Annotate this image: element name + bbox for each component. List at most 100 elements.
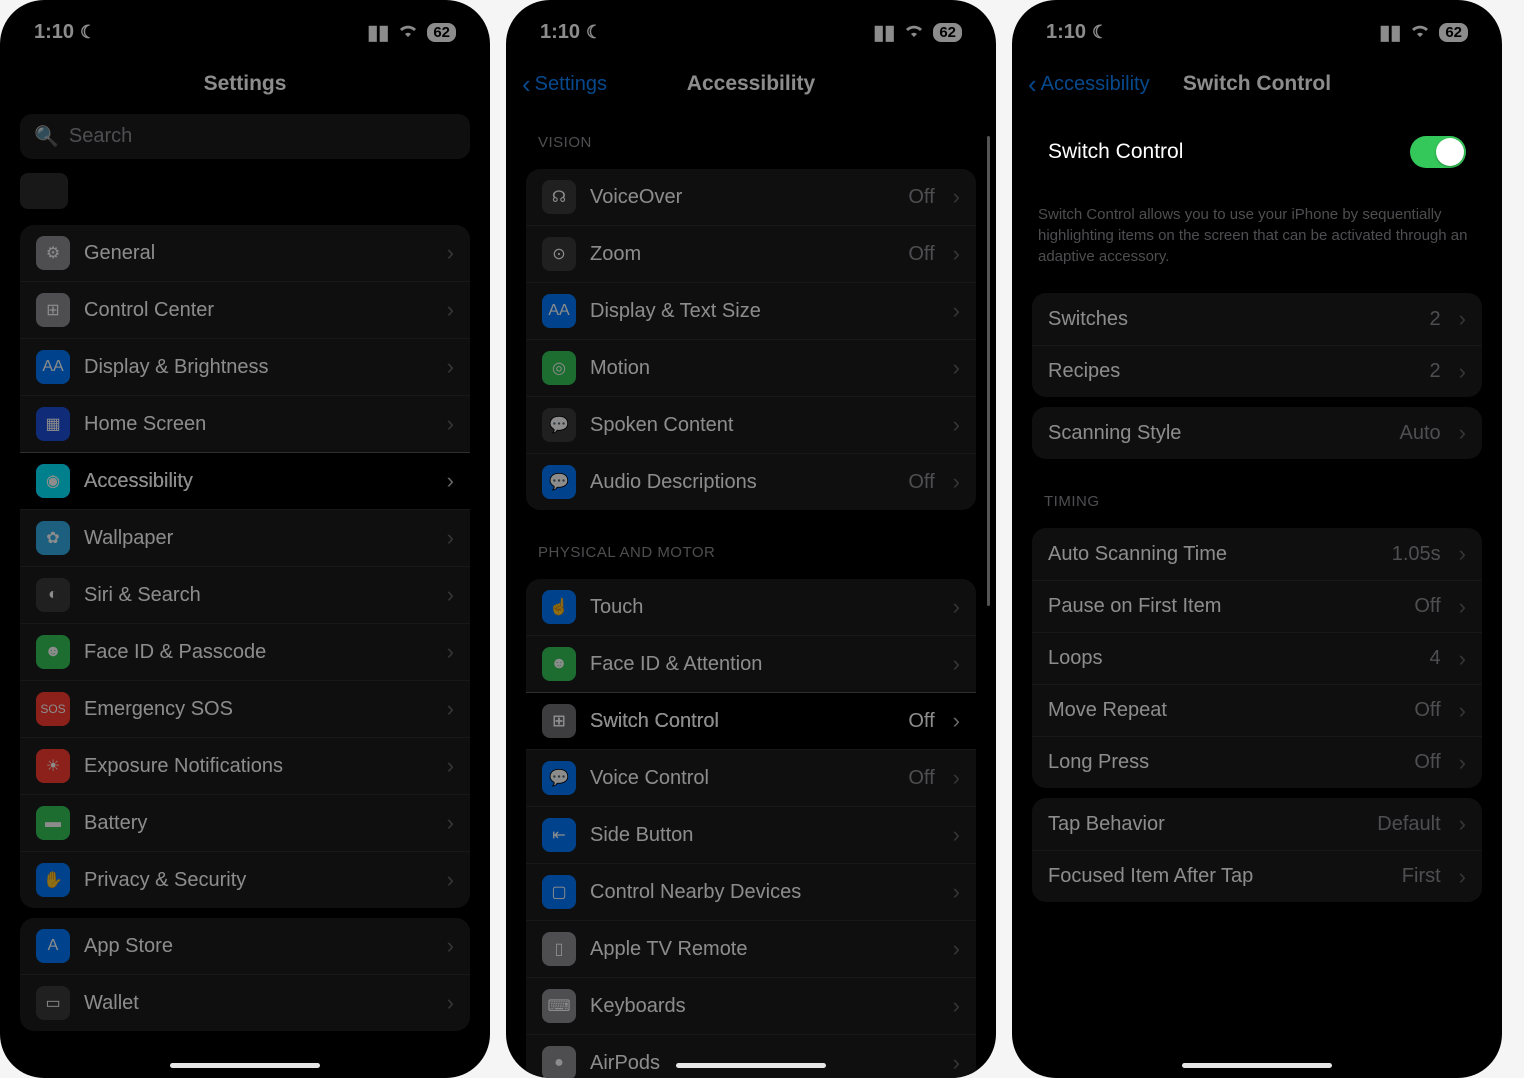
status-bar: 1:10 ☾ ▮▮ 62 — [0, 0, 490, 54]
battery-indicator: 62 — [1439, 23, 1468, 42]
list-item[interactable]: ✿Wallpaper› — [20, 509, 470, 566]
list-item[interactable]: Pause on First ItemOff› — [1032, 580, 1482, 632]
keyboards-icon: ⌨ — [542, 989, 576, 1023]
side-button-icon: ⇤ — [542, 818, 576, 852]
chevron-right-icon: › — [447, 411, 454, 437]
home-indicator[interactable] — [170, 1063, 320, 1068]
chevron-right-icon: › — [447, 696, 454, 722]
chevron-right-icon: › — [447, 990, 454, 1016]
back-label: Settings — [535, 73, 607, 96]
control-nearby-devices-icon: ▢ — [542, 875, 576, 909]
status-bar: 1:10 ☾ ▮▮ 62 — [506, 0, 996, 54]
control-center-icon: ⊞ — [36, 293, 70, 327]
back-button[interactable]: ‹ Accessibility — [1028, 71, 1150, 97]
list-item[interactable]: ▦Home Screen› — [20, 395, 470, 452]
list-item[interactable]: ▬Battery› — [20, 794, 470, 851]
row-label: Apple TV Remote — [590, 938, 939, 961]
nav-bar: ‹ Accessibility Switch Control — [1012, 54, 1502, 110]
phone-settings: 1:10 ☾ ▮▮ 62 Settings 🔍 Search ⚙General›… — [0, 0, 490, 1078]
list-item[interactable]: Tap BehaviorDefault› — [1032, 798, 1482, 850]
switches-recipes-group: Switches2›Recipes2› — [1032, 293, 1482, 397]
battery-indicator: 62 — [933, 23, 962, 42]
status-time: 1:10 — [1046, 21, 1086, 44]
accessibility-icon: ◉ — [36, 464, 70, 498]
list-item[interactable]: ⌨Keyboards› — [526, 977, 976, 1034]
list-item[interactable]: ⇤Side Button› — [526, 806, 976, 863]
home-indicator[interactable] — [676, 1063, 826, 1068]
app-store-icon: A — [36, 929, 70, 963]
list-item[interactable]: ✋Privacy & Security› — [20, 851, 470, 908]
list-item[interactable]: ◐Siri & Search› — [20, 566, 470, 623]
list-item[interactable]: ▯Apple TV Remote› — [526, 920, 976, 977]
home-screen-icon: ▦ — [36, 407, 70, 441]
list-item[interactable]: ⊞Switch ControlOff› — [526, 692, 976, 749]
list-item[interactable]: Loops4› — [1032, 632, 1482, 684]
row-label: Display & Brightness — [84, 356, 433, 379]
scanning-style-group: Scanning StyleAuto› — [1032, 407, 1482, 459]
switch-control-icon: ⊞ — [542, 704, 576, 738]
row-label: Move Repeat — [1048, 699, 1400, 722]
list-item[interactable]: ▢Control Nearby Devices› — [526, 863, 976, 920]
chevron-right-icon: › — [953, 469, 960, 495]
chevron-right-icon: › — [1459, 541, 1466, 567]
list-item[interactable]: ☻Face ID & Passcode› — [20, 623, 470, 680]
list-item[interactable]: ☀Exposure Notifications› — [20, 737, 470, 794]
page-title: Settings — [204, 72, 287, 96]
home-indicator[interactable] — [1182, 1063, 1332, 1068]
list-item[interactable]: ▭Wallet› — [20, 974, 470, 1031]
list-item[interactable]: ☊VoiceOverOff› — [526, 169, 976, 225]
row-label: Zoom — [590, 243, 894, 266]
search-input[interactable]: 🔍 Search — [20, 114, 470, 159]
list-item[interactable]: 💬Voice ControlOff› — [526, 749, 976, 806]
row-detail: Off — [1414, 595, 1440, 618]
row-label: Siri & Search — [84, 584, 433, 607]
list-item[interactable]: AADisplay & Text Size› — [526, 282, 976, 339]
switch-control-toggle-row[interactable]: Switch Control — [1030, 120, 1484, 184]
chevron-right-icon: › — [447, 297, 454, 323]
list-item[interactable]: SOSEmergency SOS› — [20, 680, 470, 737]
list-item[interactable]: ◎Motion› — [526, 339, 976, 396]
spoken-content-icon: 💬 — [542, 408, 576, 442]
wifi-icon — [397, 21, 419, 44]
chevron-right-icon: › — [953, 708, 960, 734]
wallpaper-icon: ✿ — [36, 521, 70, 555]
chevron-right-icon: › — [447, 810, 454, 836]
row-detail: Off — [908, 710, 934, 733]
chevron-right-icon: › — [447, 933, 454, 959]
list-item[interactable]: ⊙ZoomOff› — [526, 225, 976, 282]
list-item[interactable]: Long PressOff› — [1032, 736, 1482, 788]
list-item[interactable]: ●AirPods› — [526, 1034, 976, 1078]
list-item[interactable]: ☻Face ID & Attention› — [526, 635, 976, 692]
chevron-right-icon: › — [953, 879, 960, 905]
list-item[interactable]: Move RepeatOff› — [1032, 684, 1482, 736]
list-item[interactable]: ☝Touch› — [526, 579, 976, 635]
row-detail: Off — [908, 767, 934, 790]
chevron-right-icon: › — [447, 867, 454, 893]
chevron-right-icon: › — [1459, 698, 1466, 724]
chevron-right-icon: › — [447, 582, 454, 608]
list-item[interactable]: 💬Audio DescriptionsOff› — [526, 453, 976, 510]
switch-control-toggle[interactable] — [1410, 136, 1466, 168]
chevron-right-icon: › — [953, 822, 960, 848]
list-item[interactable]: AApp Store› — [20, 918, 470, 974]
list-item[interactable]: Switches2› — [1032, 293, 1482, 345]
row-label: Display & Text Size — [590, 300, 939, 323]
list-item[interactable]: ◉Accessibility› — [20, 452, 470, 509]
status-time: 1:10 — [540, 21, 580, 44]
list-item[interactable]: 💬Spoken Content› — [526, 396, 976, 453]
back-button[interactable]: ‹ Settings — [522, 71, 607, 97]
list-item[interactable]: Recipes2› — [1032, 345, 1482, 397]
battery-icon: ▬ — [36, 806, 70, 840]
list-item[interactable]: Auto Scanning Time1.05s› — [1032, 528, 1482, 580]
list-item[interactable]: Focused Item After TapFirst› — [1032, 850, 1482, 902]
list-item[interactable]: ⚙General› — [20, 225, 470, 281]
scroll-indicator[interactable] — [987, 136, 990, 606]
list-item[interactable]: Scanning StyleAuto› — [1032, 407, 1482, 459]
row-label: Keyboards — [590, 995, 939, 1018]
chevron-right-icon: › — [953, 412, 960, 438]
chevron-right-icon: › — [953, 184, 960, 210]
list-item[interactable]: ⊞Control Center› — [20, 281, 470, 338]
list-item[interactable]: AADisplay & Brightness› — [20, 338, 470, 395]
row-label: Loops — [1048, 647, 1416, 670]
chevron-right-icon: › — [1459, 646, 1466, 672]
